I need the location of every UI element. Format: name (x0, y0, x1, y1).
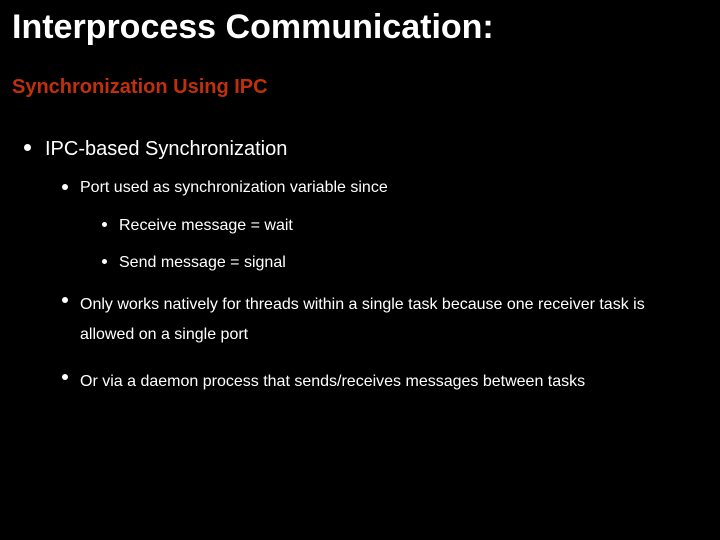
bullet-icon (24, 144, 31, 151)
bullet-icon (102, 222, 107, 227)
bullet-icon (102, 259, 107, 264)
slide-title: Interprocess Communication: (12, 8, 708, 47)
slide-body: IPC-based Synchronization Port used as s… (24, 136, 696, 413)
bullet-level3: Send message = signal (102, 252, 696, 274)
bullet-text: Receive message = wait (119, 215, 293, 237)
bullet-text: Port used as synchronization variable si… (80, 177, 388, 199)
bullet-icon (62, 374, 68, 380)
bullet-text: IPC-based Synchronization (45, 136, 287, 163)
bullet-icon (62, 184, 68, 190)
bullet-level1: IPC-based Synchronization (24, 136, 696, 163)
bullet-level3: Receive message = wait (102, 215, 696, 237)
bullet-level2: Port used as synchronization variable si… (62, 177, 696, 199)
slide-subtitle: Synchronization Using IPC (12, 76, 708, 99)
bullet-text: Send message = signal (119, 252, 286, 274)
bullet-level2: Or via a daemon process that sends/recei… (62, 367, 696, 397)
bullet-text: Only works natively for threads within a… (80, 290, 696, 351)
bullet-level2: Only works natively for threads within a… (62, 290, 696, 351)
bullet-text: Or via a daemon process that sends/recei… (80, 367, 585, 397)
bullet-icon (62, 297, 68, 303)
slide: Interprocess Communication: Synchronizat… (0, 0, 720, 540)
